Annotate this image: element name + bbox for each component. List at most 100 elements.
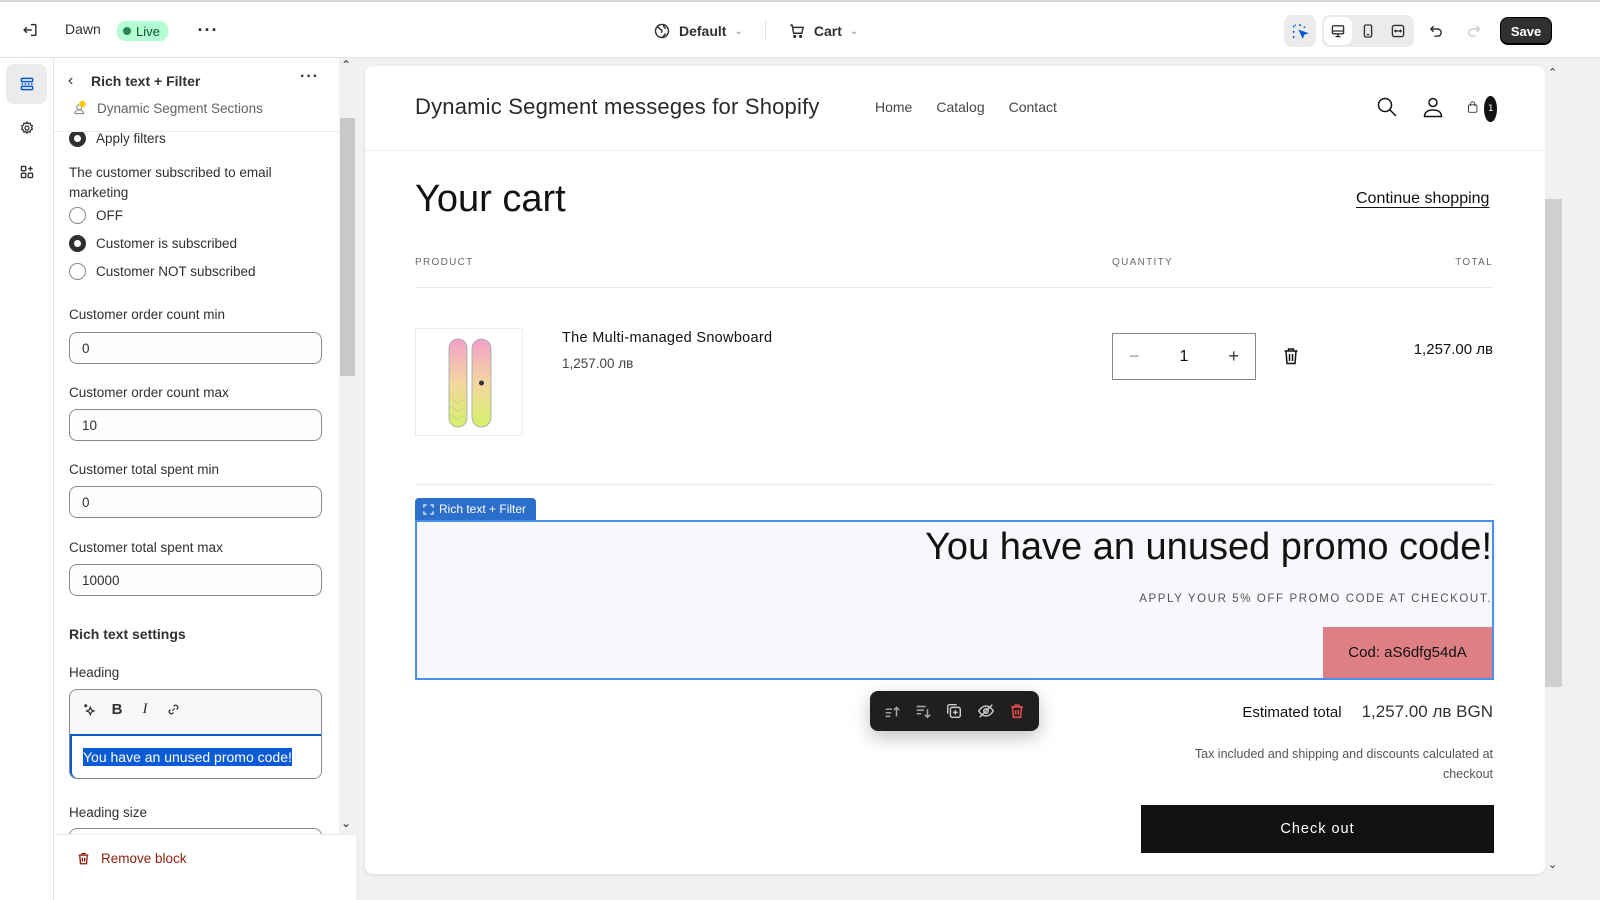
estimated-total-label: Estimated total — [1242, 704, 1342, 721]
estimated-total-row: Estimated total 1,257.00 лв BGN — [1242, 702, 1493, 722]
order-count-max-label: Customer order count max — [69, 385, 229, 400]
hide-block-icon[interactable] — [974, 699, 998, 723]
divider — [764, 21, 766, 41]
table-divider — [415, 287, 1493, 288]
undo-button[interactable] — [1420, 15, 1452, 47]
chevron-down-icon: ⌄ — [849, 25, 859, 37]
email-option-subscribed[interactable]: Customer is subscribed — [69, 235, 237, 252]
save-button[interactable]: Save — [1500, 17, 1552, 45]
selected-block-tab[interactable]: Rich text + Filter — [415, 498, 537, 520]
page-selector-label: Cart — [813, 23, 842, 39]
mobile-view-button[interactable] — [1354, 17, 1382, 45]
total-spent-min-input[interactable]: 0 — [69, 486, 322, 518]
radio-label: Apply filters — [96, 131, 166, 146]
status-label: Live — [136, 23, 160, 39]
rail-item-theme-settings[interactable] — [6, 108, 47, 148]
order-count-max-input[interactable]: 10 — [69, 409, 322, 441]
block-settings-panel: ‹ Rich text + Filter ··· Dynamic Segment… — [54, 58, 356, 900]
increase-quantity-button[interactable]: + — [1228, 346, 1239, 367]
email-option-off[interactable]: OFF — [69, 207, 123, 224]
rich-text-filter-block[interactable]: You have an unused promo code! APPLY YOU… — [415, 520, 1494, 680]
back-chevron-icon[interactable]: ‹ — [68, 72, 73, 90]
panel-more-button[interactable]: ··· — [300, 68, 319, 86]
sections-icon — [20, 77, 33, 91]
ai-sparkle-icon[interactable] — [80, 700, 98, 718]
search-icon[interactable] — [1375, 94, 1399, 120]
quantity-input[interactable]: 1 — [1180, 348, 1189, 366]
storefront-preview: Dynamic Segment messeges for Shopify Hom… — [365, 66, 1545, 874]
site-title[interactable]: Dynamic Segment messeges for Shopify — [415, 94, 820, 120]
heading-text-input[interactable]: You have an unused promo code! — [70, 734, 321, 778]
scrollbar-thumb[interactable] — [340, 118, 355, 376]
duplicate-icon[interactable] — [942, 699, 966, 723]
exit-icon[interactable] — [16, 16, 44, 44]
scroll-down-icon[interactable]: ⌄ — [1548, 858, 1557, 871]
editor-sidebar-rail — [0, 58, 54, 900]
remove-block-label: Remove block — [101, 851, 187, 866]
rich-text-settings-heading: Rich text settings — [69, 626, 186, 642]
live-status-badge: Live — [117, 21, 168, 41]
link-icon[interactable] — [164, 700, 182, 718]
template-selector[interactable]: Default ⌄ — [645, 20, 751, 42]
column-header-quantity: QUANTITY — [1112, 257, 1173, 268]
cart-title: Your cart — [415, 178, 566, 220]
redo-button[interactable] — [1458, 15, 1490, 47]
nav-home[interactable]: Home — [875, 99, 912, 115]
desktop-icon — [1331, 25, 1345, 38]
rail-item-app-embeds[interactable] — [6, 152, 47, 192]
move-down-icon[interactable] — [911, 699, 935, 723]
more-actions-button[interactable]: ··· — [194, 16, 222, 44]
page-selector[interactable]: Cart ⌄ — [780, 20, 866, 42]
order-count-min-input[interactable]: 0 — [69, 332, 322, 364]
continue-shopping-link[interactable]: Continue shopping — [1356, 190, 1489, 208]
radio-label: Customer is subscribed — [96, 236, 238, 251]
scroll-up-icon[interactable]: ⌃ — [341, 58, 351, 72]
remove-item-trash-icon[interactable] — [1283, 347, 1303, 367]
apply-filters-radio[interactable]: Apply filters — [69, 130, 166, 147]
radio-label: Customer NOT subscribed — [96, 264, 256, 279]
editor-topbar: Dawn Live ··· Default ⌄ Cart ⌄ Save — [0, 0, 1600, 58]
heading-rich-text-editor: B I You have an unused promo code! — [69, 689, 322, 779]
heading-label: Heading — [69, 665, 120, 680]
decrease-quantity-button[interactable]: − — [1129, 346, 1140, 367]
apps-icon — [20, 165, 33, 179]
email-option-not-subscribed[interactable]: Customer NOT subscribed — [69, 263, 256, 280]
template-selector-label: Default — [679, 23, 727, 39]
preview-scrollbar[interactable]: ⌃ ⌄ — [1545, 66, 1562, 874]
total-spent-max-input[interactable]: 10000 — [69, 564, 322, 596]
scroll-up-icon[interactable]: ⌃ — [1548, 66, 1557, 79]
panel-footer: Remove block — [54, 834, 356, 900]
block-tab-label: Rich text + Filter — [439, 502, 527, 516]
status-dot-icon — [123, 27, 131, 35]
product-image[interactable] — [415, 328, 523, 436]
scroll-down-icon[interactable]: ⌄ — [341, 816, 351, 830]
inspector-toggle[interactable] — [1284, 15, 1316, 47]
remove-block-button[interactable]: Remove block — [76, 851, 187, 866]
cart-bag-icon[interactable]: 1 — [1467, 94, 1497, 122]
estimated-total-value: 1,257.00 лв BGN — [1361, 702, 1493, 721]
panel-title: Rich text + Filter — [91, 73, 201, 89]
cart-count-badge: 1 — [1484, 96, 1497, 122]
rail-item-sections[interactable] — [6, 64, 47, 104]
cart-icon — [790, 24, 804, 39]
header-divider — [365, 150, 1545, 151]
promo-heading: You have an unused promo code! — [925, 526, 1492, 568]
undo-icon — [1429, 25, 1442, 37]
heading-size-label: Heading size — [69, 805, 148, 820]
scrollbar-thumb[interactable] — [1545, 199, 1562, 687]
italic-icon[interactable]: I — [136, 700, 154, 718]
desktop-view-button[interactable] — [1324, 17, 1352, 45]
fullwidth-view-button[interactable] — [1384, 17, 1412, 45]
checkout-button[interactable]: Check out — [1141, 805, 1494, 853]
nav-catalog[interactable]: Catalog — [936, 99, 984, 115]
radio-unselected-icon — [69, 207, 86, 224]
panel-scrollbar[interactable]: ⌃ ⌄ — [339, 58, 356, 834]
nav-contact[interactable]: Contact — [1009, 99, 1057, 115]
move-up-icon[interactable] — [880, 699, 904, 723]
total-spent-min-label: Customer total spent min — [69, 462, 220, 477]
bold-icon[interactable]: B — [108, 700, 126, 718]
product-name-link[interactable]: The Multi-managed Snowboard — [562, 330, 772, 346]
delete-block-icon[interactable] — [1005, 699, 1029, 723]
template-switcher: Default ⌄ Cart ⌄ — [645, 20, 866, 42]
account-icon[interactable] — [1421, 94, 1445, 120]
